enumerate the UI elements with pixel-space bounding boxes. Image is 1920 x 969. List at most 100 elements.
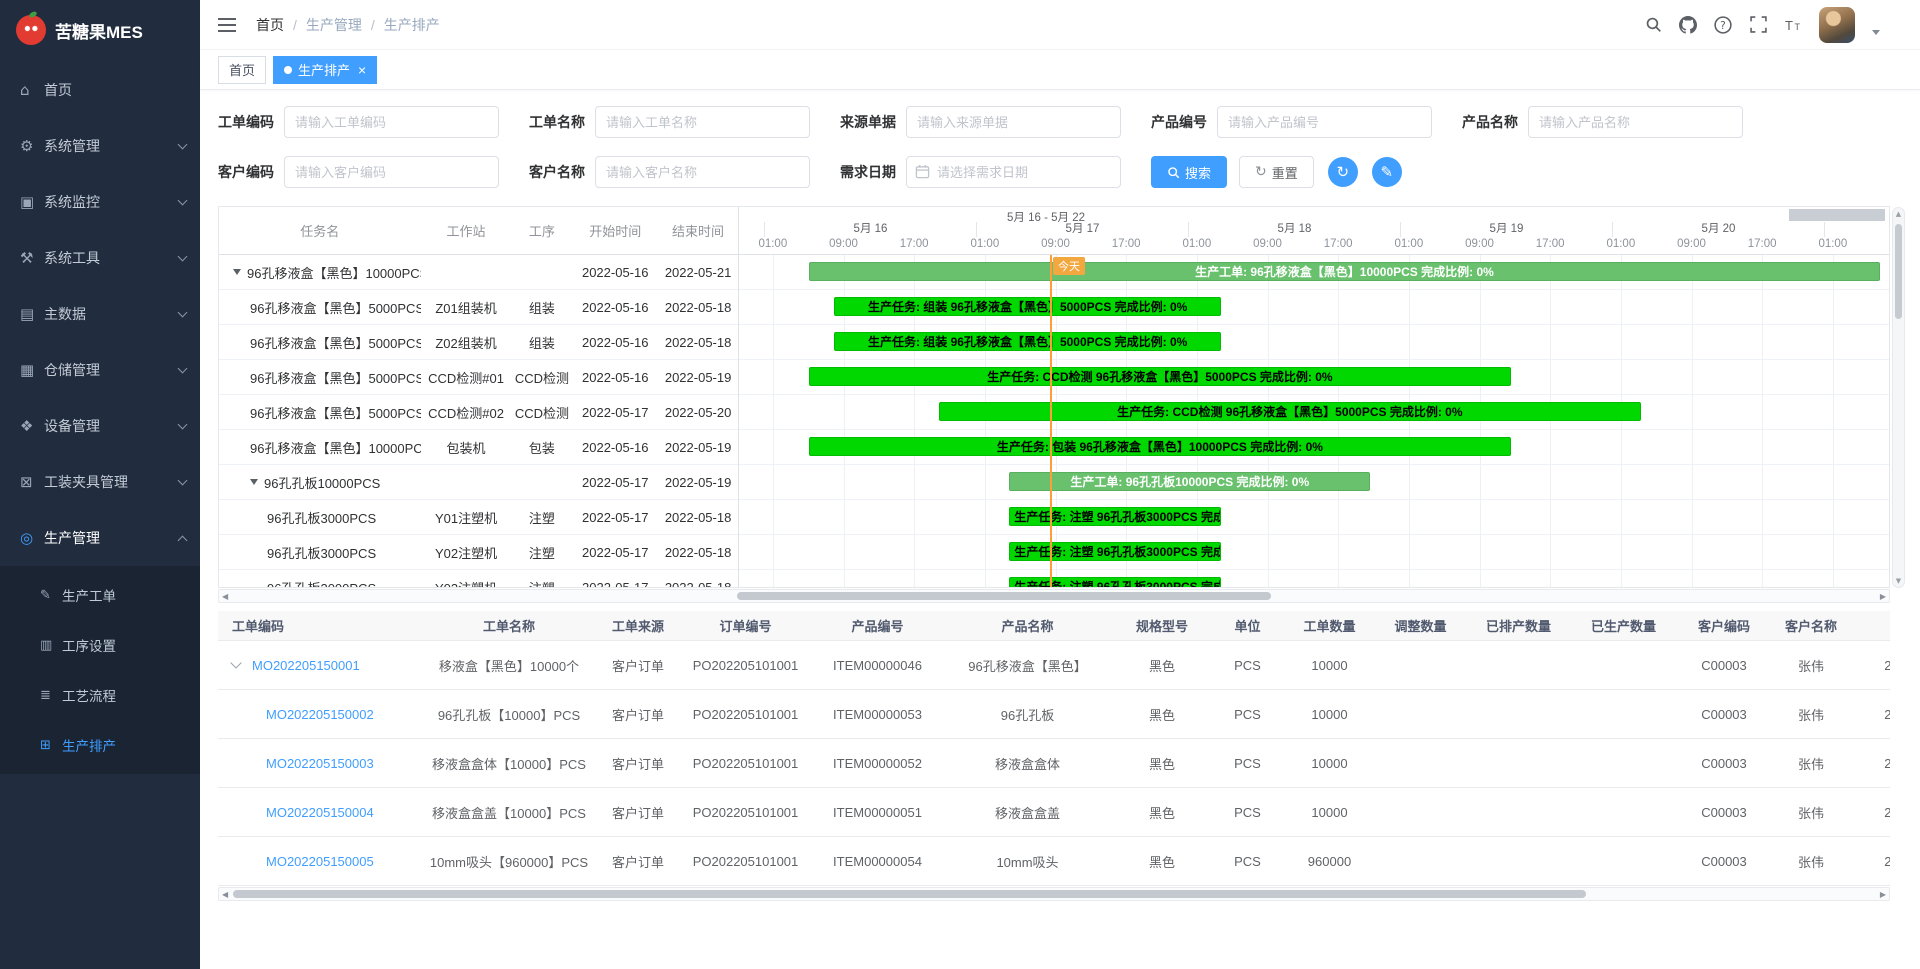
task-name: 96孔孔板3000PCS [267,508,376,527]
customer-code-input[interactable] [284,156,499,188]
work-order-code-input[interactable] [284,106,499,138]
process-cell: 注塑 [511,578,572,588]
edit-schedule-button[interactable]: ✎ [1372,157,1402,187]
task-name: 96孔孔板3000PCS [267,543,376,562]
scroll-right-icon[interactable]: ▶ [1880,592,1886,601]
search-button[interactable]: 搜索 [1151,156,1227,188]
timeline-scroll-thumb[interactable] [1789,209,1885,221]
order-cell: 移液盒盒盖【10000】PCS [420,803,598,822]
gantt-bar-row: 生产任务: CCD检测 96孔移液盒【黑色】5000PCS 完成比例: 0% [739,395,1889,430]
fold-menu-icon[interactable] [218,15,238,35]
sidebar-item-system-tools[interactable]: ⚒系统工具 [0,230,200,286]
gantt-task-row[interactable]: 96孔孔板3000PCSY02注塑机注塑2022-05-172022-05-18 [219,535,738,570]
sidebar-item-fixture[interactable]: ⊠工装夹具管理 [0,454,200,510]
scroll-down-icon[interactable]: ▼ [1893,577,1904,585]
task-bar[interactable]: 生产任务: 包装 96孔移液盒【黑色】10000PCS 完成比例: 0% [809,437,1511,456]
task-bar[interactable]: 生产任务: CCD检测 96孔移液盒【黑色】5000PCS 完成比例: 0% [809,367,1511,386]
workorder-bar[interactable]: 生产工单: 96孔移液盒【黑色】10000PCS 完成比例: 0% [809,262,1880,281]
task-name: 96孔孔板3000PCS [267,578,376,588]
app-logo[interactable]: 苦糖果MES [0,0,200,60]
task-bar[interactable]: 生产任务: 注塑 96孔孔板3000PCS 完成比例: 0% [1009,507,1221,526]
sidebar-item-system-admin[interactable]: ⚙系统管理 [0,118,200,174]
gantt-task-row[interactable]: 96孔移液盒【黑色】5000PCSZ01组装机组装2022-05-162022-… [219,290,738,325]
tree-caret-icon[interactable] [250,479,258,485]
sidebar-item-master-data[interactable]: ▤主数据 [0,286,200,342]
avatar[interactable] [1819,7,1855,43]
refresh-schedule-button[interactable]: ↻ [1328,157,1358,187]
row-expand-icon[interactable] [230,658,241,669]
task-bar[interactable]: 生产任务: CCD检测 96孔移液盒【黑色】5000PCS 完成比例: 0% [939,402,1641,421]
sidebar-submenu: ✎生产工单▥工序设置≣工艺流程⊞生产排产 [0,566,200,774]
sidebar-item-home[interactable]: ⌂首页 [0,62,200,118]
order-cell: C00003 [1676,756,1772,771]
filter-input-wrap [906,106,1121,138]
sidebar-subitem-process-setup[interactable]: ▥工序设置 [0,620,200,670]
gantt-task-row[interactable]: 96孔移液盒【黑色】5000PCSCCD检测#01CCD检测2022-05-16… [219,360,738,395]
orders-table-body: MO202205150001移液盒【黑色】10000个客户订单PO2022051… [218,641,1890,886]
scroll-up-icon[interactable]: ▲ [1893,210,1904,218]
gantt-horizontal-scrollbar[interactable]: ◀ ▶ [218,589,1890,603]
product-name-input[interactable] [1528,106,1743,138]
task-bar[interactable]: 生产任务: 注塑 96孔孔板3000PCS 完成比例: 0% [1009,542,1221,561]
user-dropdown-caret-icon[interactable] [1872,30,1880,35]
tab-首页[interactable]: 首页 [218,56,266,84]
gantt-task-row[interactable]: 96孔孔板3000PCSY03注塑机注塑2022-05-172022-05-18 [219,570,738,587]
font-size-icon[interactable]: TT [1784,16,1802,34]
sidebar-item-production[interactable]: ◎生产管理 [0,510,200,566]
order-cell: PCS [1211,805,1284,820]
workorder-link[interactable]: MO202205150003 [266,756,374,771]
help-icon[interactable]: ? [1714,16,1732,34]
table-hscroll-thumb[interactable] [233,890,1586,898]
scroll-left-icon[interactable]: ◀ [222,592,228,601]
reset-button[interactable]: ↻ 重置 [1239,156,1314,188]
breadcrumb-item[interactable]: 生产管理 [306,15,362,35]
customer-name-input[interactable] [595,156,810,188]
start-time-cell: 2022-05-16 [572,300,658,315]
filter-label-product-name: 产品名称 [1462,112,1518,132]
workorder-link[interactable]: MO202205150004 [266,805,374,820]
workorder-link[interactable]: MO202205150002 [266,707,374,722]
product-code-input[interactable] [1217,106,1432,138]
gantt-task-row[interactable]: 96孔移液盒【黑色】5000PCSCCD检测#02CCD检测2022-05-17… [219,395,738,430]
task-bar[interactable]: 生产任务: 组装 96孔移液盒【黑色】5000PCS 完成比例: 0% [834,332,1220,351]
tab-生产排产[interactable]: 生产排产× [273,56,377,84]
gantt-vertical-scrollbar[interactable]: ▲ ▼ [1892,207,1905,588]
breadcrumb-item[interactable]: 生产排产 [384,15,440,35]
gantt-task-row[interactable]: 96孔孔板3000PCSY01注塑机注塑2022-05-172022-05-18 [219,500,738,535]
scroll-left-icon[interactable]: ◀ [222,890,228,899]
sidebar-item-system-monitor[interactable]: ▣系统监控 [0,174,200,230]
github-icon[interactable] [1679,16,1697,34]
table-horizontal-scrollbar[interactable]: ◀ ▶ [218,887,1890,901]
gantt-task-row[interactable]: 96孔移液盒【黑色】10000PCS包装机包装2022-05-162022-05… [219,430,738,465]
tree-caret-icon[interactable] [233,269,241,275]
tab-close-icon[interactable]: × [358,63,366,77]
fullscreen-icon[interactable] [1749,16,1767,34]
gantt-task-row[interactable]: 96孔移液盒【黑色】10000PCS2022-05-162022-05-21 [219,255,738,290]
breadcrumb-item[interactable]: 首页 [256,15,284,35]
sidebar-subitem-process-flow[interactable]: ≣工艺流程 [0,670,200,720]
gantt-task-row[interactable]: 96孔移液盒【黑色】5000PCSZ02组装机组装2022-05-162022-… [219,325,738,360]
sidebar-item-equipment[interactable]: ❖设备管理 [0,398,200,454]
work-order-name-input[interactable] [595,106,810,138]
source-doc-input[interactable] [906,106,1121,138]
workorder-link[interactable]: MO202205150001 [252,658,360,673]
tabs-bar: 首页生产排产× [200,50,1920,90]
gantt-vscroll-thumb[interactable] [1895,224,1902,319]
timeline-hour-label: 01:00 [1394,238,1423,250]
sidebar-subitem-production-order[interactable]: ✎生产工单 [0,570,200,620]
demand-date-input[interactable] [906,156,1121,188]
sidebar-menu: ⌂首页⚙系统管理▣系统监控⚒系统工具▤主数据▦仓储管理❖设备管理⊠工装夹具管理◎… [0,62,200,774]
task-bar[interactable]: 生产任务: 组装 96孔移液盒【黑色】5000PCS 完成比例: 0% [834,297,1220,316]
sidebar-subitem-production-scheduling[interactable]: ⊞生产排产 [0,720,200,770]
gantt-task-row[interactable]: 96孔孔板10000PCS2022-05-172022-05-19 [219,465,738,500]
workorder-link[interactable]: MO202205150005 [266,854,374,869]
task-bar[interactable]: 生产任务: 注塑 96孔孔板3000PCS 完成比例: 0% [1009,577,1221,587]
workorder-bar[interactable]: 生产工单: 96孔孔板10000PCS 完成比例: 0% [1009,472,1370,491]
orders-column-header: 工单编码 [218,616,420,635]
gantt-hscroll-thumb[interactable] [737,592,1271,600]
sync-icon: ↻ [1336,165,1349,180]
sidebar-item-warehouse[interactable]: ▦仓储管理 [0,342,200,398]
chevron-icon [178,420,188,430]
scroll-right-icon[interactable]: ▶ [1880,890,1886,899]
search-icon[interactable] [1644,16,1662,34]
